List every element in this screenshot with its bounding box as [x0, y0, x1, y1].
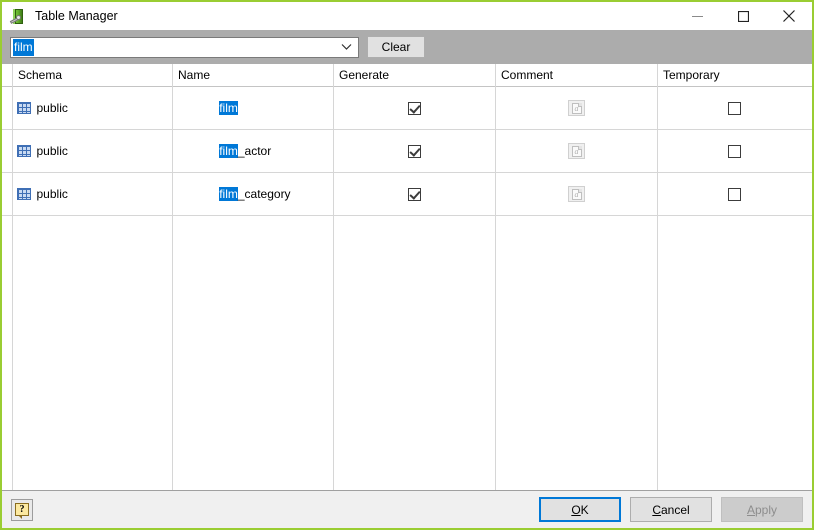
table-row[interactable]: public film a: [2, 86, 812, 130]
table-manager-icon: [10, 8, 27, 25]
cell-temporary[interactable]: [657, 86, 812, 130]
tables-grid-container[interactable]: Schema Name Generate Comment Temporary p…: [2, 64, 812, 490]
cell-schema[interactable]: public: [12, 86, 173, 130]
clear-button[interactable]: Clear: [367, 36, 425, 58]
cancel-button[interactable]: Cancel: [630, 497, 712, 522]
name-highlight: film: [219, 187, 238, 201]
generate-checkbox[interactable]: [407, 102, 421, 116]
name-rest: _actor: [237, 144, 272, 158]
title-bar: Table Manager: [2, 2, 812, 30]
generate-checkbox[interactable]: [407, 145, 421, 159]
column-header-comment[interactable]: Comment: [495, 64, 657, 87]
window-controls: [674, 2, 812, 30]
comment-document-icon[interactable]: a: [567, 186, 585, 202]
column-separator: [333, 64, 334, 490]
ok-rest: K: [580, 502, 589, 517]
filter-toolbar: film Clear: [2, 30, 812, 64]
column-header-name[interactable]: Name: [172, 64, 333, 87]
cancel-rest: ancel: [660, 502, 690, 517]
title-bar-left: Table Manager: [2, 8, 118, 25]
column-separator: [495, 64, 496, 490]
cell-temporary[interactable]: [657, 172, 812, 216]
row-gutter[interactable]: [2, 129, 13, 173]
tables-grid[interactable]: Schema Name Generate Comment Temporary p…: [2, 64, 812, 216]
dialog-footer: ? OK Cancel Apply: [2, 490, 812, 528]
cell-name[interactable]: film: [172, 86, 334, 130]
name-highlight: film: [219, 144, 238, 158]
cell-name[interactable]: film_category: [172, 172, 334, 216]
table-icon: [16, 188, 31, 200]
cancel-mnemonic: C: [652, 502, 661, 517]
cell-schema[interactable]: public: [12, 129, 173, 173]
filter-input-value[interactable]: film: [13, 38, 34, 56]
table-icon: [16, 102, 31, 114]
comment-document-icon[interactable]: a: [567, 143, 585, 159]
column-header-temporary[interactable]: Temporary: [657, 64, 812, 87]
row-gutter[interactable]: [2, 86, 13, 130]
ok-mnemonic: O: [571, 502, 581, 517]
name-highlight: film: [219, 101, 238, 115]
column-separator: [172, 64, 173, 490]
help-balloon-icon: ?: [15, 503, 29, 519]
column-separator: [12, 64, 13, 490]
ok-button[interactable]: OK: [539, 497, 621, 522]
temporary-checkbox[interactable]: [728, 145, 741, 159]
cell-generate[interactable]: [333, 172, 496, 216]
chevron-down-icon[interactable]: [341, 38, 352, 57]
temporary-checkbox[interactable]: [728, 188, 741, 202]
cell-temporary[interactable]: [657, 129, 812, 173]
maximize-icon: [737, 10, 749, 22]
schema-label: public: [36, 101, 68, 115]
temporary-checkbox[interactable]: [728, 102, 741, 116]
grid-body: public film a public film_actor a public…: [2, 86, 812, 216]
name-rest: _category: [237, 187, 291, 201]
minimize-button[interactable]: [674, 2, 720, 30]
schema-label: public: [36, 187, 68, 201]
cell-comment[interactable]: a: [495, 86, 658, 130]
table-row[interactable]: public film_category a: [2, 172, 812, 216]
dialog-button-group: OK Cancel Apply: [539, 497, 803, 522]
close-icon: [783, 10, 795, 22]
cell-comment[interactable]: a: [495, 172, 658, 216]
cell-generate[interactable]: [333, 129, 496, 173]
apply-rest: pply: [755, 502, 778, 517]
column-header-generate[interactable]: Generate: [333, 64, 495, 87]
cell-generate[interactable]: [333, 86, 496, 130]
cell-schema[interactable]: public: [12, 172, 173, 216]
help-button[interactable]: ?: [11, 498, 33, 521]
minimize-icon: [691, 15, 703, 17]
schema-label: public: [36, 144, 68, 158]
cell-name[interactable]: film_actor: [172, 129, 334, 173]
maximize-button[interactable]: [720, 2, 766, 30]
column-separator: [657, 64, 658, 490]
generate-checkbox[interactable]: [407, 188, 421, 202]
comment-document-icon[interactable]: a: [567, 100, 585, 116]
gutter-header: [2, 64, 12, 87]
table-icon: [16, 145, 31, 157]
filter-combobox[interactable]: film: [10, 36, 359, 58]
window-title: Table Manager: [35, 9, 118, 23]
cell-comment[interactable]: a: [495, 129, 658, 173]
column-header-schema[interactable]: Schema: [12, 64, 172, 87]
row-gutter[interactable]: [2, 172, 13, 216]
grid-header-row: Schema Name Generate Comment Temporary: [2, 64, 812, 87]
table-manager-window: Table Manager film Clear Schema Name Gen…: [0, 0, 814, 530]
close-button[interactable]: [766, 2, 812, 30]
table-row[interactable]: public film_actor a: [2, 129, 812, 173]
apply-mnemonic: A: [746, 502, 755, 517]
apply-button: Apply: [721, 497, 803, 522]
